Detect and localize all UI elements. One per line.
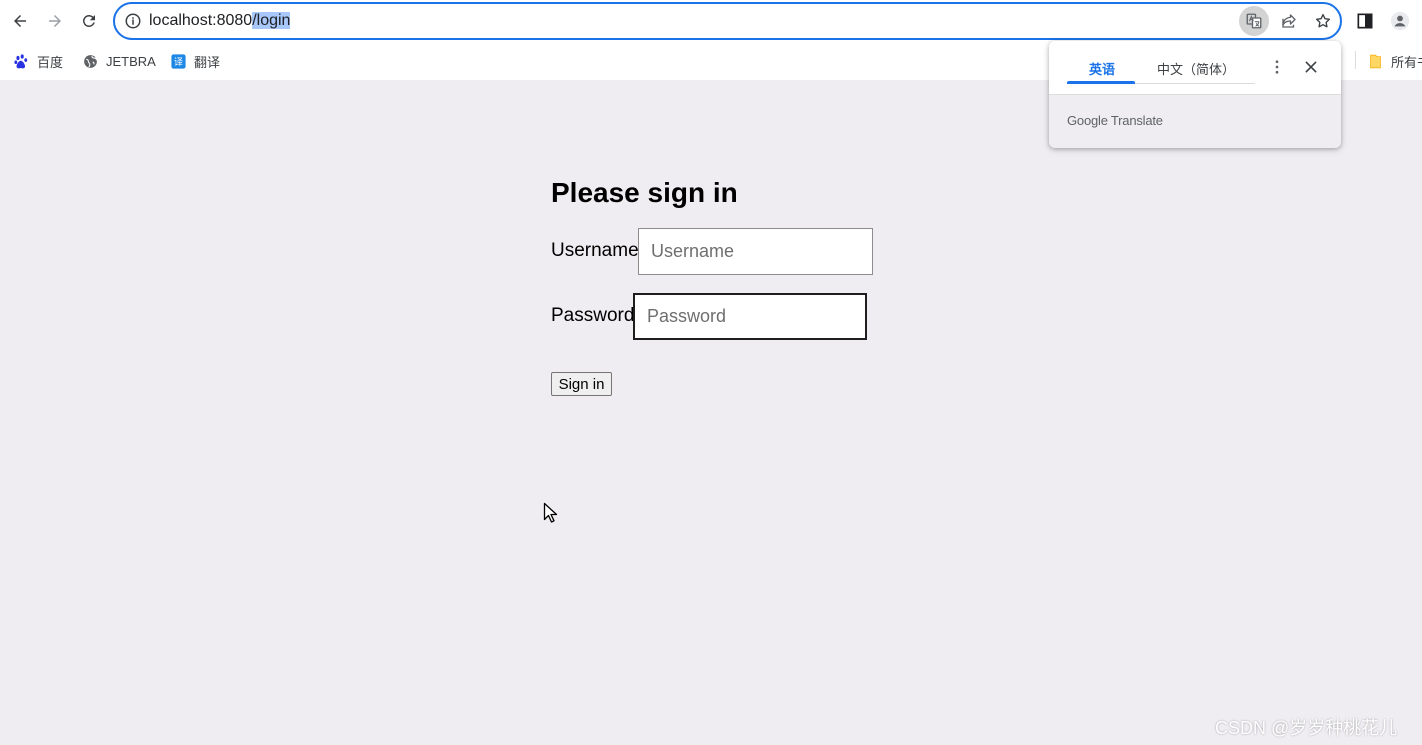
brand-google: Google — [1067, 113, 1108, 128]
page-title: Please sign in — [551, 177, 738, 208]
sign-in-button[interactable]: Sign in — [551, 372, 612, 396]
bookmark-jetbra[interactable]: JETBRA — [81, 51, 156, 71]
translate-close-button[interactable] — [1299, 55, 1323, 79]
bookmark-translate[interactable]: 译 翻译 — [169, 51, 220, 71]
translate-options-button[interactable] — [1265, 55, 1289, 79]
brand-translate: Translate — [1107, 113, 1163, 128]
google-translate-brand: Google Translate — [1067, 113, 1163, 128]
reload-icon — [82, 14, 95, 27]
browser-toolbar: localhost:8080/login — [0, 0, 1422, 42]
login-page: Please sign in Username Password Sign in… — [0, 80, 1422, 745]
translate-popup-header: 英语 中文（简体） — [1049, 41, 1341, 95]
avatar-icon — [1390, 11, 1410, 31]
bookmark-baidu[interactable]: 百度 — [12, 51, 63, 71]
folder-icon — [1366, 52, 1384, 70]
back-button[interactable] — [6, 7, 34, 35]
site-info-icon[interactable] — [124, 12, 142, 30]
side-panel-icon — [1357, 13, 1373, 29]
bookmark-label: JETBRA — [106, 53, 156, 69]
active-tab-indicator — [1067, 81, 1135, 84]
bookmark-separator — [1355, 51, 1356, 69]
password-label: Password — [551, 305, 635, 326]
tab-divider-line — [1135, 83, 1255, 84]
globe-icon — [81, 52, 99, 70]
forward-button[interactable] — [41, 7, 69, 35]
share-icon — [1282, 14, 1296, 28]
bookmark-label: 翻译 — [194, 54, 221, 70]
arrow-left-icon — [14, 15, 26, 27]
mouse-pointer-icon — [543, 502, 558, 523]
more-vert-icon — [1275, 60, 1279, 74]
url-host: localhost:8080 — [149, 12, 253, 29]
bookmark-star-button[interactable] — [1308, 6, 1338, 36]
tab-source-language[interactable]: 英语 — [1089, 59, 1115, 78]
bookmark-label: 所有书签 — [1391, 54, 1422, 70]
svg-text:译: 译 — [173, 57, 182, 68]
username-input[interactable] — [638, 228, 873, 275]
translate-app-icon: 译 — [169, 52, 187, 70]
url-path-selected: /login — [252, 12, 291, 29]
baidu-paw-icon — [12, 52, 30, 70]
star-icon — [1315, 13, 1331, 28]
translate-popup: 英语 中文（简体） Google Translate — [1049, 41, 1341, 148]
address-bar[interactable]: localhost:8080/login — [113, 2, 1342, 40]
arrow-right-icon — [49, 15, 61, 27]
reload-button[interactable] — [75, 7, 103, 35]
url-text[interactable]: localhost:8080/login — [149, 12, 291, 30]
side-panel-button[interactable] — [1351, 7, 1379, 35]
csdn-watermark: CSDN @岁岁种桃花儿 — [1215, 718, 1398, 738]
bookmark-label: 百度 — [37, 54, 64, 70]
close-icon — [1305, 61, 1317, 73]
username-label: Username — [551, 240, 639, 261]
bookmark-all-folder[interactable]: 所有书签 — [1366, 51, 1422, 71]
translate-page-button[interactable] — [1239, 6, 1269, 36]
tab-target-language[interactable]: 中文（简体） — [1157, 59, 1235, 78]
profile-button[interactable] — [1386, 7, 1414, 35]
share-button[interactable] — [1274, 6, 1304, 36]
translate-icon — [1246, 13, 1262, 29]
password-input[interactable] — [633, 293, 867, 340]
